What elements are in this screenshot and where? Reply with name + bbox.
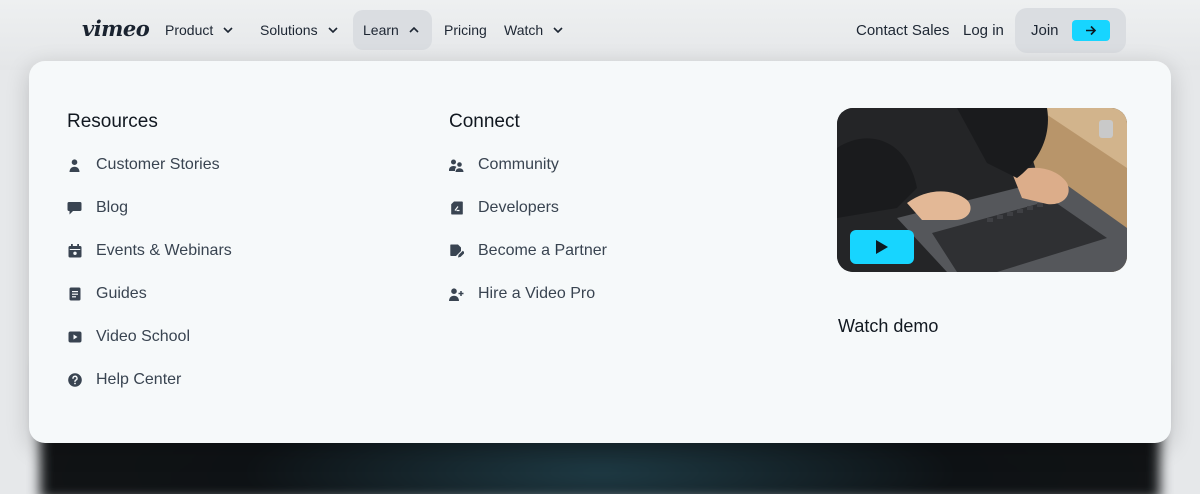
menu-link-label: Events & Webinars (96, 242, 232, 259)
nav-item-product[interactable]: Product (155, 10, 245, 50)
play-button[interactable] (850, 230, 914, 264)
menu-link-hire-video-pro[interactable]: Hire a Video Pro (449, 282, 595, 306)
resources-heading: Resources (67, 111, 158, 132)
menu-link-label: Help Center (96, 371, 182, 388)
help-question-icon (67, 373, 82, 388)
arrow-right-icon (1072, 20, 1110, 41)
menu-link-blog[interactable]: Blog (67, 196, 128, 220)
group-icon (449, 158, 464, 173)
join-button[interactable]: Join (1015, 8, 1126, 53)
document-icon (67, 287, 82, 302)
add-person-icon (449, 287, 464, 302)
menu-link-label: Hire a Video Pro (478, 285, 596, 302)
nav-item-pricing[interactable]: Pricing (434, 10, 497, 50)
nav-item-solutions[interactable]: Solutions (250, 10, 350, 50)
partner-edit-icon (449, 244, 464, 259)
menu-link-guides[interactable]: Guides (67, 282, 147, 306)
chevron-down-icon (221, 23, 235, 37)
chevron-up-icon (407, 23, 421, 37)
menu-link-label: Video School (96, 328, 190, 345)
menu-link-video-school[interactable]: Video School (67, 325, 190, 349)
speech-bubble-icon (67, 201, 82, 216)
person-icon (67, 158, 82, 173)
nav-item-learn[interactable]: Learn (353, 10, 432, 50)
menu-link-events-webinars[interactable]: Events & Webinars (67, 239, 232, 263)
top-navigation: vimeo Product Solutions Learn Pricing Wa… (0, 0, 1200, 62)
demo-video-thumbnail[interactable] (837, 108, 1127, 272)
learn-dropdown-panel: Resources Customer Stories Blog Events &… (29, 61, 1171, 443)
menu-link-developers[interactable]: Developers (449, 196, 559, 220)
menu-link-label: Blog (96, 199, 129, 216)
menu-link-label: Become a Partner (478, 242, 607, 259)
contact-sales-link[interactable]: Contact Sales (856, 10, 949, 50)
nav-item-label: Watch (504, 22, 544, 38)
menu-link-label: Customer Stories (96, 156, 220, 173)
chevron-down-icon (326, 23, 340, 37)
menu-link-become-partner[interactable]: Become a Partner (449, 239, 607, 263)
join-label: Join (1031, 22, 1059, 39)
menu-link-help-center[interactable]: Help Center (67, 368, 181, 392)
nav-item-label: Pricing (444, 22, 487, 38)
watch-demo-link[interactable]: Watch demo (838, 316, 938, 337)
developer-file-icon (449, 201, 464, 216)
video-play-icon (67, 330, 82, 345)
nav-item-label: Product (165, 22, 214, 38)
menu-link-label: Developers (478, 199, 559, 216)
login-link[interactable]: Log in (963, 10, 1004, 50)
chevron-down-icon (551, 23, 565, 37)
vimeo-logo[interactable]: vimeo (82, 16, 150, 41)
menu-link-customer-stories[interactable]: Customer Stories (67, 153, 220, 177)
calendar-icon (67, 244, 82, 259)
connect-heading: Connect (449, 111, 520, 132)
nav-item-watch[interactable]: Watch (494, 10, 575, 50)
nav-item-label: Learn (363, 22, 399, 38)
menu-link-community[interactable]: Community (449, 153, 559, 177)
menu-link-label: Guides (96, 285, 147, 302)
play-icon (876, 240, 888, 254)
menu-link-label: Community (478, 156, 559, 173)
nav-item-label: Solutions (260, 22, 318, 38)
